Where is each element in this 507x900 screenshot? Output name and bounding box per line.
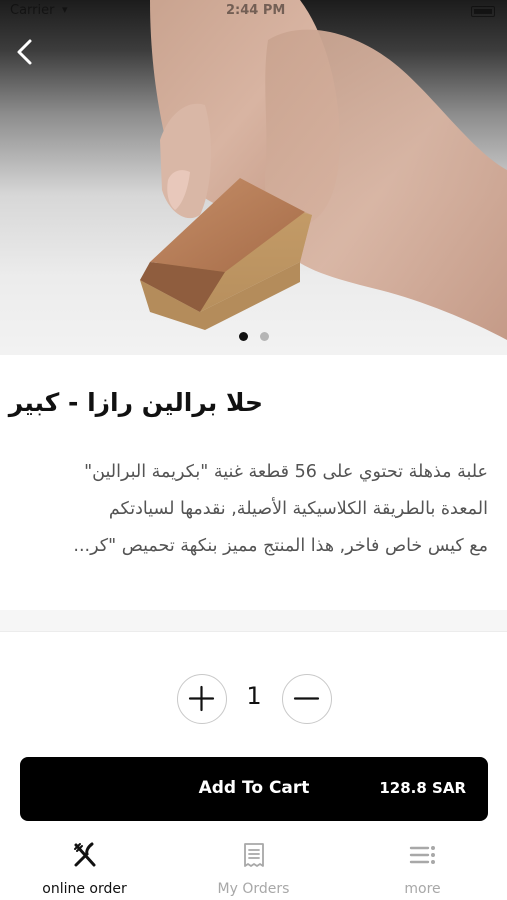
carrier-label: Carrier <box>10 3 55 18</box>
tab-online-order[interactable]: online order <box>0 833 169 900</box>
increase-quantity-button[interactable] <box>177 674 227 724</box>
tab-my-orders[interactable]: My Orders <box>169 833 338 900</box>
bottom-tab-bar: online order My Orders more <box>0 833 507 900</box>
carousel-dot-1[interactable] <box>238 332 248 341</box>
description-line: مع كيس خاص فاخر, هذا المنتج مميز بنكهة ت… <box>73 536 488 556</box>
tab-label: more <box>404 881 441 897</box>
quantity-value: 1 <box>246 682 262 710</box>
add-to-cart-button[interactable]: Add To Cart 128.8 SAR <box>20 757 488 821</box>
plus-icon <box>188 685 215 712</box>
section-divider <box>0 610 507 632</box>
tab-label: My Orders <box>217 881 290 897</box>
fork-knife-icon <box>74 842 96 867</box>
product-description: علبة مذهلة تحتوي على 56 قطعة غنية "بكريم… <box>20 454 488 566</box>
minus-icon <box>293 697 320 700</box>
cart-price: 128.8 SAR <box>379 779 466 797</box>
back-button[interactable] <box>10 34 42 70</box>
battery-icon <box>471 6 495 17</box>
description-line: المعدة بالطريقة الكلاسيكية الأصيلة, نقدم… <box>108 499 488 519</box>
carousel-dot-2[interactable] <box>259 332 269 341</box>
product-photo <box>140 0 507 340</box>
description-line: علبة مذهلة تحتوي على 56 قطعة غنية "بكريم… <box>84 462 488 482</box>
wifi-icon: ▾ <box>62 3 68 16</box>
menu-list-icon <box>409 846 435 864</box>
product-title: حلا برالين رازا - كبير <box>8 388 263 417</box>
product-image-carousel[interactable]: Carrier ▾ 2:44 PM <box>0 0 507 355</box>
carousel-pagination <box>0 332 507 341</box>
chevron-left-icon <box>17 39 32 65</box>
status-time: 2:44 PM <box>226 3 286 18</box>
tab-label: online order <box>42 881 127 897</box>
status-bar: Carrier ▾ 2:44 PM <box>0 0 507 26</box>
decrease-quantity-button[interactable] <box>282 674 332 724</box>
tab-more[interactable]: more <box>338 833 507 900</box>
receipt-icon <box>244 843 264 867</box>
